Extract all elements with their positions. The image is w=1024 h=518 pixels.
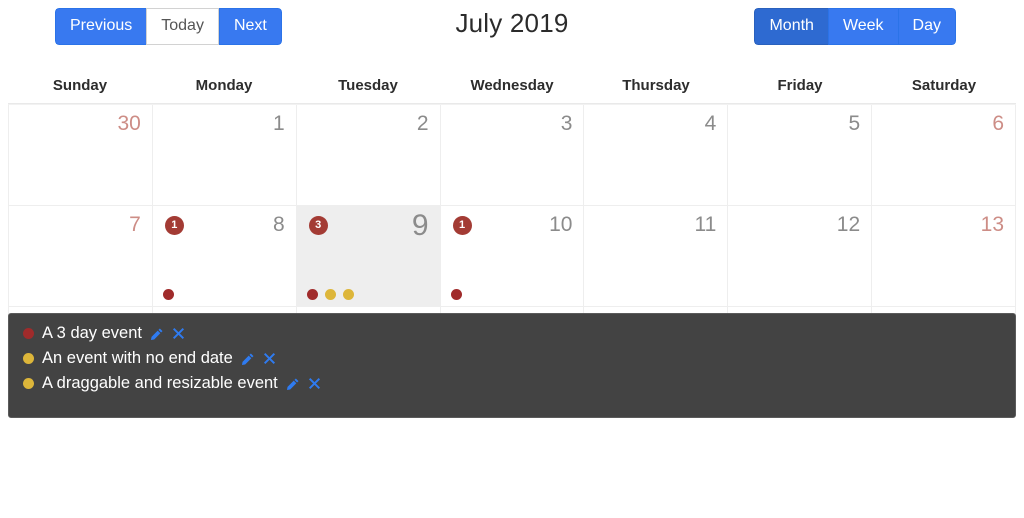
event-dot-group	[162, 289, 174, 300]
event-dot[interactable]	[324, 289, 336, 300]
calendar-toolbar: Previous Today Next July 2019 Month Week Day	[0, 0, 1024, 60]
calendar-day-cell-10[interactable]: 1 10	[440, 206, 585, 307]
event-list-item[interactable]: An event with no end date	[23, 346, 1015, 371]
event-dot-group	[306, 289, 354, 300]
calendar-app: Previous Today Next July 2019 Month Week Day…	[0, 0, 1024, 518]
event-title: A draggable and resizable event	[42, 374, 278, 392]
view-month-button[interactable]: Month	[754, 8, 828, 45]
day-number: 11	[694, 213, 717, 236]
view-button-group: Month Week Day	[754, 8, 956, 45]
calendar-day-cell-7[interactable]: 7	[9, 206, 153, 307]
calendar-day-cell-6[interactable]: 6	[872, 105, 1016, 206]
calendar-day-cell-30[interactable]: 30	[9, 105, 153, 206]
day-number: 4	[704, 112, 717, 135]
day-number: 3	[560, 112, 573, 135]
day-number: 8	[273, 213, 285, 236]
view-week-button[interactable]: Week	[827, 8, 898, 45]
weekday-label-friday: Friday	[777, 77, 823, 94]
day-number: 9	[411, 209, 429, 242]
pencil-icon[interactable]	[285, 377, 300, 392]
calendar-day-cell-3[interactable]: 3	[440, 105, 585, 206]
weekday-header-row: Sunday Monday Tuesday Wednesday Thursday Frid…	[8, 60, 1016, 104]
close-icon[interactable]	[262, 351, 277, 366]
event-dot[interactable]	[450, 289, 462, 300]
weekday-label-monday: Monday	[195, 77, 253, 94]
calendar-day-cell-4[interactable]: 4	[584, 105, 729, 206]
calendar-day-cell-13[interactable]: 13	[872, 206, 1016, 307]
weekday-label-tuesday: Tuesday	[338, 77, 398, 94]
weekday-label-sunday: Sunday	[52, 77, 108, 94]
close-icon[interactable]	[171, 326, 186, 341]
event-color-dot	[23, 353, 34, 364]
event-color-dot	[23, 378, 34, 389]
calendar-day-cell-9[interactable]: 39	[296, 206, 441, 307]
event-list-item[interactable]: A draggable and resizable event	[23, 371, 1015, 396]
event-count-badge[interactable]: 3	[308, 216, 328, 235]
close-icon[interactable]	[307, 376, 322, 391]
event-dot[interactable]	[306, 289, 318, 300]
pencil-icon[interactable]	[240, 352, 255, 367]
event-title: A 3 day event	[42, 324, 142, 342]
event-title: An event with no end date	[42, 349, 233, 367]
event-count-badge[interactable]: 1	[452, 216, 472, 235]
weekday-label-saturday: Saturday	[911, 77, 977, 94]
calendar-week-row: 30 1 2 3 4 5 6	[9, 105, 1016, 206]
event-list-item[interactable]: A 3 day event	[23, 321, 1015, 346]
day-number: 13	[980, 213, 1004, 236]
pencil-icon[interactable]	[149, 327, 164, 342]
calendar-day-cell-8[interactable]: 18	[152, 206, 297, 307]
calendar-week-row: 7 1 8 3 9 1 10 11 12 13	[9, 206, 1016, 307]
calendar-day-cell-1[interactable]: 1	[152, 105, 297, 206]
event-dot-group	[450, 289, 462, 300]
day-number: 2	[416, 112, 429, 135]
day-number: 5	[848, 112, 861, 135]
day-number: 10	[549, 213, 573, 236]
day-number: 1	[273, 112, 285, 135]
event-dot[interactable]	[342, 289, 354, 300]
calendar-day-cell-11[interactable]: 11	[584, 206, 729, 307]
day-number: 12	[836, 213, 861, 236]
event-count-badge[interactable]: 1	[164, 216, 184, 235]
view-day-button[interactable]: Day	[897, 8, 956, 45]
weekday-label-thursday: Thursday	[622, 77, 690, 94]
day-number: 6	[992, 112, 1004, 135]
calendar-day-cell-12[interactable]: 12	[728, 206, 873, 307]
event-list-popover: A 3 day event An event with no end date A …	[8, 313, 1016, 418]
day-number: 7	[129, 213, 141, 236]
day-number: 30	[117, 112, 141, 135]
event-dot[interactable]	[162, 289, 174, 300]
weekday-label-wednesday: Wednesday	[470, 77, 554, 94]
calendar-day-cell-2[interactable]: 2	[296, 105, 441, 206]
calendar-day-cell-5[interactable]: 5	[728, 105, 873, 206]
event-color-dot	[23, 328, 34, 339]
